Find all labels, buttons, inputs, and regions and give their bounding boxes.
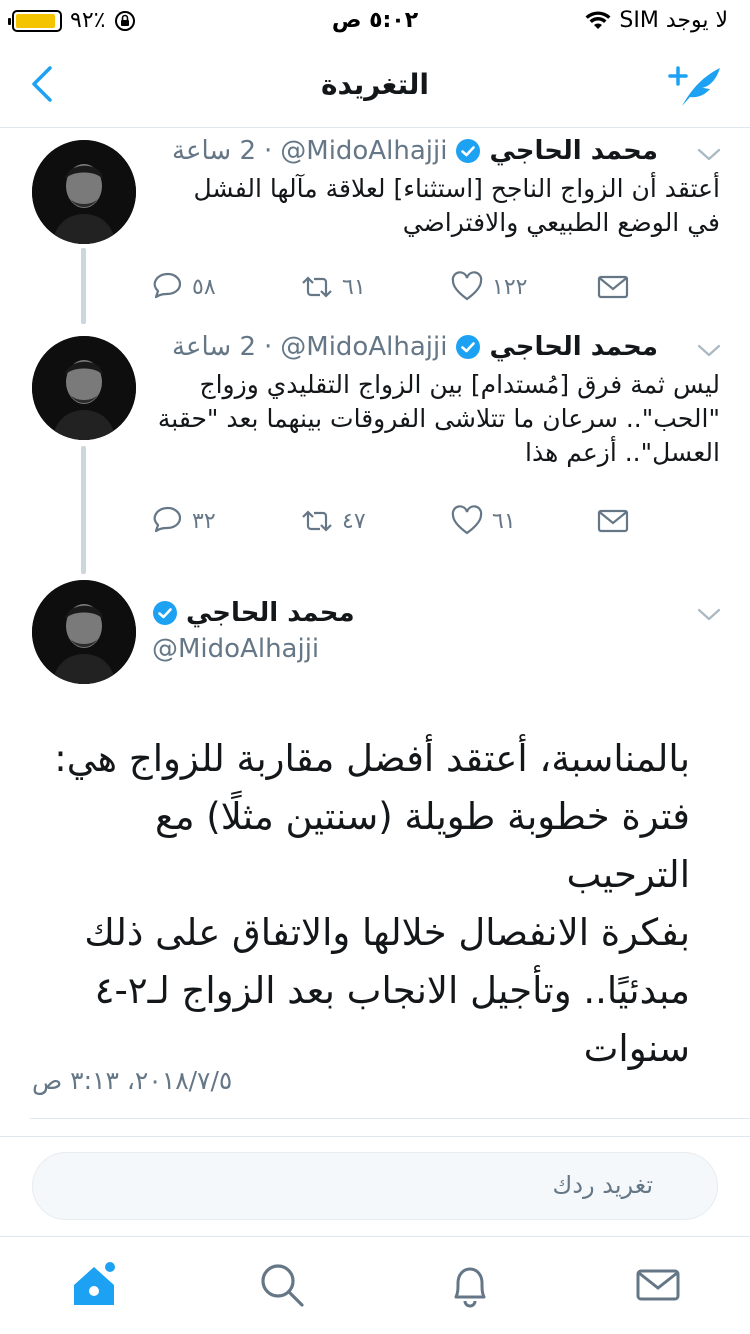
verified-badge-icon xyxy=(153,601,177,625)
author-name[interactable]: محمد الحاجي xyxy=(489,136,658,166)
main-tweet: محمد الحاجي @MidoAlhajji بالمناسبة، أعتق… xyxy=(0,574,750,1120)
author-handle[interactable]: @MidoAlhajji xyxy=(280,136,447,166)
main-tweet-text-line: فترة خطوبة طويلة (سنتين مثلًا) مع الترحي… xyxy=(155,795,690,896)
tweet-text-line: ليس ثمة فرق [مُستدام] بين الزواج التقليد… xyxy=(199,370,720,399)
reply-icon xyxy=(153,272,182,299)
thread-connector xyxy=(81,446,86,574)
reply-count: ٥٨ xyxy=(192,274,216,300)
main-tweet-text: بالمناسبة، أعتقد أفضل مقاربة للزواج هي: … xyxy=(30,730,690,1078)
separator-dot: · xyxy=(264,332,273,362)
tab-bar xyxy=(0,1236,750,1334)
tweet-time: 2 ساعة xyxy=(172,332,256,362)
tweet-text-line: أعتقد أن الزواج الناجح [استثناء] لعلاقة … xyxy=(193,174,720,203)
avatar[interactable] xyxy=(32,336,136,440)
divider xyxy=(0,1136,750,1137)
reply-button[interactable]: ٥٨ xyxy=(150,270,216,304)
main-tweet-name-row: محمد الحاجي xyxy=(152,598,355,628)
home-icon[interactable] xyxy=(70,1261,118,1309)
chevron-down-icon[interactable] xyxy=(696,342,722,360)
retweet-count: ٦١ xyxy=(342,274,366,300)
page-title: التغريدة xyxy=(321,68,429,101)
chevron-down-icon[interactable] xyxy=(696,146,722,164)
battery-group: ٩٢٪ xyxy=(8,8,137,33)
author-name[interactable]: محمد الحاجي xyxy=(186,598,355,628)
battery-percent: ٩٢٪ xyxy=(70,8,106,33)
avatar-photo xyxy=(32,336,136,440)
divider xyxy=(30,1118,750,1119)
tweet-actions: ١٢٢ ٦١ ٥٨ xyxy=(150,270,640,310)
tweet-header: محمد الحاجي @MidoAlhajji · 2 ساعة xyxy=(172,136,658,166)
retweet-icon xyxy=(302,510,332,532)
search-icon[interactable] xyxy=(258,1261,306,1309)
reply-icon xyxy=(153,506,182,533)
heart-icon xyxy=(451,271,483,301)
compose-tweet-icon[interactable] xyxy=(664,58,728,110)
retweet-button[interactable]: ٤٧ xyxy=(300,504,366,538)
verified-badge-icon xyxy=(456,335,481,359)
separator-dot: · xyxy=(264,136,273,166)
thread-connector xyxy=(81,248,86,324)
main-tweet-text-line: مبدئيًا.. وتأجيل الانجاب بعد الزواج لـ٢-… xyxy=(94,969,690,1012)
avatar[interactable] xyxy=(32,140,136,244)
author-handle[interactable]: @MidoAlhajji xyxy=(152,634,319,664)
thread-tweet-2[interactable]: محمد الحاجي @MidoAlhajji · 2 ساعة ليس ثم… xyxy=(0,326,750,556)
reply-button[interactable]: ٣٢ xyxy=(150,504,216,538)
retweet-button[interactable]: ٦١ xyxy=(300,270,366,304)
tweet-text-line: في الوضع الطبيعي والافتراضي xyxy=(402,208,720,237)
status-bar: لا يوجد SIM ٥:٠٢ ص ٩٢٪ xyxy=(0,0,750,40)
message-icon[interactable] xyxy=(596,504,630,538)
thread-tweet-1[interactable]: محمد الحاجي @MidoAlhajji · 2 ساعة أعتقد … xyxy=(0,130,750,320)
author-handle[interactable]: @MidoAlhajji xyxy=(280,332,447,362)
verified-badge-icon xyxy=(456,139,481,163)
like-count: ١٢٢ xyxy=(492,274,528,300)
tweet-text-line: "الحب".. سرعان ما تتلاشى الفروقات بينهما… xyxy=(157,404,720,433)
notifications-icon[interactable] xyxy=(446,1261,494,1309)
reply-count: ٣٢ xyxy=(192,508,216,534)
like-button[interactable]: ١٢٢ xyxy=(450,270,527,304)
like-button[interactable]: ٦١ xyxy=(450,504,516,538)
tweet-text-line: العسل".. أزعم هذا xyxy=(525,438,720,467)
reply-placeholder: تغريد ردك xyxy=(552,1171,653,1199)
tweet-timestamp: ٢٠١٨/٧/٥، ٣:١٣ ص xyxy=(32,1066,233,1095)
avatar-photo xyxy=(32,580,136,684)
navigation-bar: التغريدة xyxy=(0,40,750,128)
messages-icon[interactable] xyxy=(634,1261,682,1309)
tweet-text: أعتقد أن الزواج الناجح [استثناء] لعلاقة … xyxy=(150,172,720,240)
retweet-icon xyxy=(302,276,332,298)
main-tweet-text-line: بفكرة الانفصال خلالها والاتفاق على ذلك xyxy=(84,911,690,954)
author-name[interactable]: محمد الحاجي xyxy=(489,332,658,362)
tweet-header: محمد الحاجي @MidoAlhajji · 2 ساعة xyxy=(172,332,658,362)
main-tweet-text-line: بالمناسبة، أعتقد أفضل مقاربة للزواج هي: xyxy=(54,737,690,780)
avatar-photo xyxy=(32,140,136,244)
rotation-lock-icon xyxy=(115,10,136,31)
tweet-text: ليس ثمة فرق [مُستدام] بين الزواج التقليد… xyxy=(150,368,720,470)
tweet-time: 2 ساعة xyxy=(172,136,256,166)
retweet-count: ٤٧ xyxy=(342,508,366,534)
like-count: ٦١ xyxy=(492,508,516,534)
battery-icon xyxy=(8,9,62,32)
chevron-down-icon[interactable] xyxy=(696,606,722,624)
avatar[interactable] xyxy=(32,580,136,684)
message-icon[interactable] xyxy=(596,270,630,304)
battery-fill xyxy=(16,13,55,28)
reply-input[interactable]: تغريد ردك xyxy=(32,1152,718,1220)
heart-icon xyxy=(451,505,483,535)
tweet-actions: ٦١ ٤٧ ٣٢ xyxy=(150,504,640,544)
